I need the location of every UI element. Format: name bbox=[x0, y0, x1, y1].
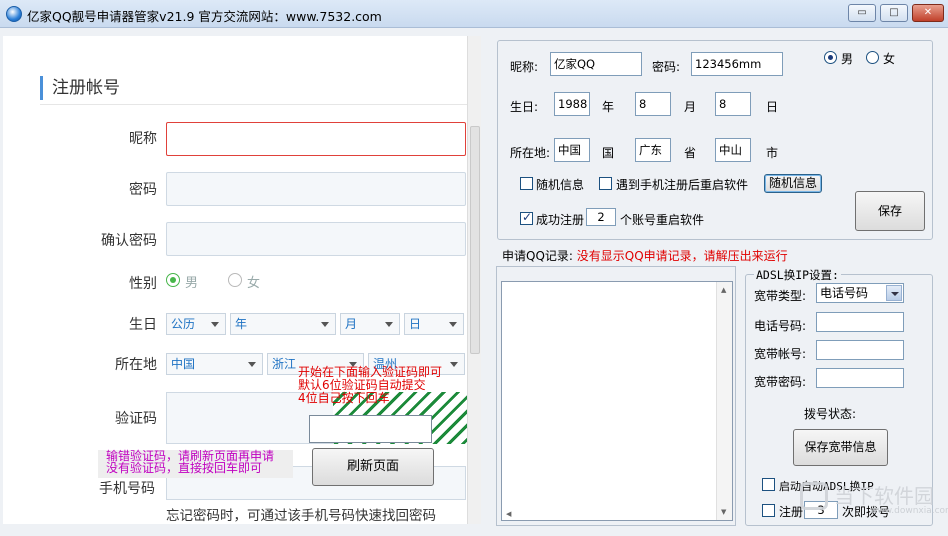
web-scrollbar[interactable] bbox=[467, 36, 481, 524]
captcha-error-tip: 输错验证码，请刷新页面再申请 没有验证码，直接按回车即可 bbox=[98, 450, 293, 478]
captcha-tip-3: 4位自己按下回车 bbox=[298, 391, 390, 405]
scroll-left-icon[interactable]: ◀ bbox=[506, 510, 511, 518]
year-select[interactable]: 年 bbox=[230, 313, 336, 335]
close-button[interactable]: ✕ bbox=[912, 4, 944, 22]
success-restart-checkbox[interactable] bbox=[520, 210, 533, 225]
nickname-input[interactable] bbox=[166, 122, 466, 156]
calendar-select[interactable]: 公历 bbox=[166, 313, 226, 335]
restart-on-phone-checkbox[interactable] bbox=[599, 177, 612, 190]
confirm-password-input[interactable] bbox=[166, 222, 466, 256]
country-select[interactable]: 中国 bbox=[166, 353, 263, 375]
refresh-page-button[interactable]: 刷新页面 bbox=[312, 448, 434, 486]
watermark-text: 当下软件园 bbox=[834, 484, 934, 508]
adsl-account-input[interactable] bbox=[816, 340, 904, 360]
password-label: 密码 bbox=[129, 182, 157, 198]
captcha-label: 验证码 bbox=[115, 411, 157, 427]
day-select[interactable]: 日 bbox=[404, 313, 464, 335]
day-unit: 日 bbox=[766, 100, 779, 114]
nickname-setting-input[interactable]: 亿家QQ bbox=[550, 52, 642, 76]
female-text: 女 bbox=[883, 52, 896, 66]
male-radio[interactable] bbox=[824, 51, 837, 64]
records-group: ▲ ▼ ◀ bbox=[496, 266, 736, 526]
password-setting-label: 密码: bbox=[652, 60, 681, 74]
title-bar: 亿家QQ靓号申请器管家v21.9 官方交流网站：www.7532.com ▭ □… bbox=[0, 0, 948, 28]
country-unit: 国 bbox=[602, 146, 615, 160]
province-unit: 省 bbox=[684, 146, 697, 160]
records-message: 没有显示QQ申请记录，请解压出来运行 bbox=[576, 249, 788, 263]
gender-label: 性别 bbox=[129, 276, 157, 292]
records-label-row: 申请QQ记录: 没有显示QQ申请记录，请解压出来运行 bbox=[502, 247, 788, 264]
nickname-setting-label: 昵称: bbox=[510, 60, 539, 74]
records-list[interactable]: ▲ ▼ ◀ bbox=[501, 281, 733, 521]
city-unit: 市 bbox=[766, 146, 779, 160]
country-input[interactable]: 中国 bbox=[554, 138, 590, 162]
location-label: 所在地 bbox=[115, 357, 157, 373]
gender-female-radio[interactable] bbox=[228, 273, 242, 287]
adsl-type-value: 电话号码 bbox=[820, 286, 869, 300]
records-scrollbar[interactable]: ▲ ▼ bbox=[716, 282, 732, 520]
day-input[interactable]: 8 bbox=[715, 92, 751, 116]
gender-male-text: 男 bbox=[185, 276, 199, 291]
chevron-down-icon[interactable] bbox=[886, 285, 902, 301]
save-adsl-button[interactable]: 保存宽带信息 bbox=[793, 429, 888, 466]
phone-label: 手机号码 bbox=[99, 481, 155, 497]
section-title: 注册帐号 bbox=[40, 76, 120, 100]
city-input[interactable]: 中山 bbox=[715, 138, 751, 162]
birthday-setting-label: 生日: bbox=[510, 100, 539, 114]
password-setting-input[interactable]: 123456mm bbox=[691, 52, 783, 76]
adsl-group-title: ADSL换IP设置: bbox=[754, 267, 841, 283]
success-reg-prefix: 成功注册 bbox=[536, 213, 585, 227]
nickname-label: 昵称 bbox=[129, 131, 157, 147]
adsl-account-label: 宽带帐号: bbox=[754, 347, 807, 361]
password-input[interactable] bbox=[166, 172, 466, 206]
success-reg-count-input[interactable]: 2 bbox=[586, 208, 616, 226]
year-input[interactable]: 1988 bbox=[554, 92, 590, 116]
province-input[interactable]: 广东 bbox=[635, 138, 671, 162]
female-radio[interactable] bbox=[866, 51, 879, 64]
scroll-thumb[interactable] bbox=[470, 126, 480, 354]
register-dial-checkbox[interactable] bbox=[762, 504, 775, 517]
random-info-check-text: 随机信息 bbox=[536, 178, 585, 192]
month-select[interactable]: 月 bbox=[340, 313, 400, 335]
scroll-down-icon[interactable]: ▼ bbox=[721, 508, 726, 516]
dial-status-label: 拨号状态: bbox=[804, 407, 857, 421]
divider bbox=[40, 104, 467, 105]
year-unit: 年 bbox=[602, 100, 615, 114]
save-settings-button[interactable]: 保存 bbox=[855, 191, 925, 231]
scroll-up-icon[interactable]: ▲ bbox=[721, 286, 726, 294]
auto-adsl-checkbox[interactable] bbox=[762, 478, 775, 491]
month-input[interactable]: 8 bbox=[635, 92, 671, 116]
adsl-phone-label: 电话号码: bbox=[754, 319, 807, 333]
window-title: 亿家QQ靓号申请器管家v21.9 官方交流网站：www.7532.com bbox=[27, 9, 382, 24]
adsl-type-label: 宽带类型: bbox=[754, 289, 807, 303]
adsl-phone-input[interactable] bbox=[816, 312, 904, 332]
forgot-password-hint: 忘记密码时，可通过该手机号码快速找回密码 bbox=[166, 508, 436, 524]
adsl-password-input[interactable] bbox=[816, 368, 904, 388]
minimize-button[interactable]: ▭ bbox=[848, 4, 876, 22]
app-icon bbox=[6, 6, 22, 22]
maximize-button[interactable]: □ bbox=[880, 4, 908, 22]
captcha-entry-box[interactable] bbox=[309, 415, 432, 443]
gender-female-text: 女 bbox=[247, 276, 261, 291]
account-settings-group: 昵称: 亿家QQ 密码: 123456mm 男 女 生日: 1988 年 8 月… bbox=[497, 40, 933, 240]
watermark-url: www.downxia.com bbox=[870, 506, 948, 516]
month-unit: 月 bbox=[684, 100, 697, 114]
pink-tip-line-2: 没有验证码，直接按回车即可 bbox=[106, 461, 263, 475]
adsl-type-select[interactable]: 电话号码 bbox=[816, 283, 904, 303]
random-info-button[interactable]: 随机信息 bbox=[764, 174, 822, 193]
watermark-logo-icon bbox=[800, 482, 828, 510]
restart-on-phone-text: 遇到手机注册后重启软件 bbox=[616, 178, 749, 192]
success-reg-suffix: 个账号重启软件 bbox=[620, 213, 705, 227]
watermark: 当下软件园 www.downxia.com bbox=[800, 478, 948, 518]
gender-male-radio[interactable] bbox=[166, 273, 180, 287]
confirm-password-label: 确认密码 bbox=[101, 233, 157, 249]
adsl-password-label: 宽带密码: bbox=[754, 375, 807, 389]
birthday-label: 生日 bbox=[129, 317, 157, 333]
random-info-checkbox[interactable] bbox=[520, 177, 533, 190]
male-text: 男 bbox=[841, 52, 854, 66]
client-area: 注册帐号 昵称 密码 确认密码 性别 男 女 生日 公历 年 月 日 所在地 中… bbox=[0, 28, 948, 536]
records-label: 申请QQ记录: bbox=[502, 249, 573, 263]
location-setting-label: 所在地: bbox=[510, 146, 551, 160]
